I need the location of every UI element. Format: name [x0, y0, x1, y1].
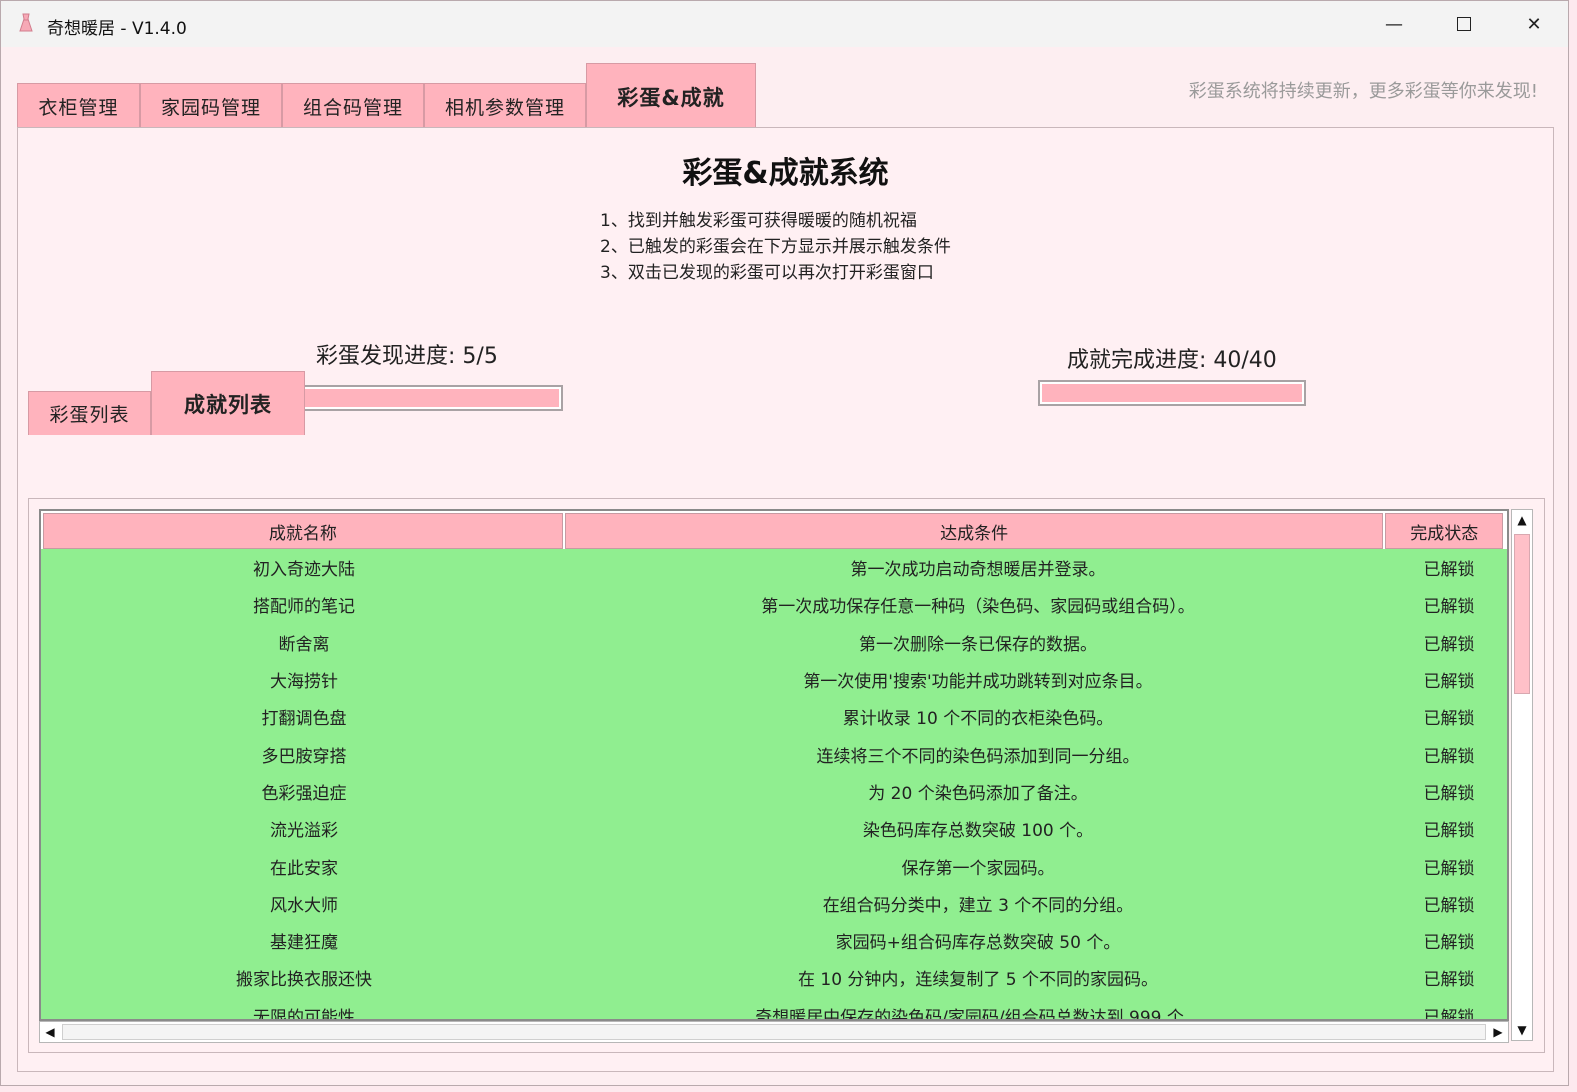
scroll-right-icon[interactable]: ▶ — [1488, 1022, 1508, 1042]
achievement-status: 已解锁 — [1423, 1007, 1475, 1021]
achievement-name: 断舍离 — [278, 634, 330, 655]
achievement-table[interactable]: 成就名称 达成条件 完成状态 初入奇迹大陆 第一次成功启动奇想暖居并登录。 已解锁搭… — [39, 509, 1509, 1021]
egg-progress-label: 彩蛋发现进度: 5/5 — [316, 344, 498, 369]
page-title: 彩蛋&成就系统 — [682, 156, 889, 191]
scroll-up-icon[interactable]: ▲ — [1512, 510, 1532, 530]
achievement-name: 搭配师的笔记 — [253, 597, 355, 618]
achievement-condition: 保存第一个家园码。 — [901, 858, 1055, 879]
scroll-down-icon[interactable]: ▼ — [1512, 1020, 1532, 1040]
minimize-icon: — — [1385, 13, 1403, 35]
table-row[interactable]: 初入奇迹大陆 第一次成功启动奇想暖居并登录。 已解锁 — [41, 549, 1507, 586]
update-tagline: 彩蛋系统将持续更新，更多彩蛋等你来发现! — [1188, 81, 1538, 102]
achievement-list-panel: 成就名称 达成条件 完成状态 初入奇迹大陆 第一次成功启动奇想暖居并登录。 已解锁搭… — [28, 498, 1545, 1053]
vertical-scroll-thumb[interactable] — [1514, 534, 1530, 694]
achievement-name: 色彩强迫症 — [261, 783, 347, 804]
column-header-condition[interactable]: 达成条件 — [564, 513, 1384, 549]
vertical-scrollbar[interactable]: ▲ ▼ — [1511, 509, 1533, 1041]
table-row[interactable]: 无限的可能性 奇想暖居中保存的染色码/家园码/组合码总数达到 999 个。 已解锁 — [41, 997, 1507, 1021]
maximize-icon — [1457, 17, 1471, 31]
achievement-name: 多巴胺穿搭 — [261, 746, 347, 767]
instructions: 1、找到并触发彩蛋可获得暖暖的随机祝福 2、已触发的彩蛋会在下方显示并展示触发条… — [600, 208, 951, 286]
achievement-condition: 连续将三个不同的染色码添加到同一分组。 — [816, 746, 1140, 767]
horizontal-scroll-thumb[interactable] — [62, 1024, 1486, 1040]
achievement-condition: 第一次删除一条已保存的数据。 — [859, 634, 1097, 655]
tab-achievement-list[interactable]: 成就列表 — [151, 371, 305, 435]
tab-easter-eggs[interactable]: 彩蛋&成就 — [586, 63, 756, 129]
app-window: 奇想暖居 - V1.4.0 — ✕ 衣柜管理 家园码管理 组合码管理 相机参数管… — [0, 0, 1569, 1086]
achievement-name: 基建狂魔 — [270, 933, 338, 954]
achievement-status: 已解锁 — [1423, 746, 1475, 767]
achievement-name: 无限的可能性 — [253, 1007, 355, 1021]
achievement-condition: 在组合码分类中，建立 3 个不同的分组。 — [822, 895, 1134, 916]
tab-wardrobe[interactable]: 衣柜管理 — [17, 83, 140, 129]
tab-combo-code[interactable]: 组合码管理 — [282, 83, 424, 129]
achievement-condition: 为 20 个染色码添加了备注。 — [868, 783, 1088, 804]
achievement-name: 初入奇迹大陆 — [253, 560, 355, 581]
achievement-status: 已解锁 — [1423, 597, 1475, 618]
tab-egg-list[interactable]: 彩蛋列表 — [28, 391, 151, 435]
easter-egg-panel: 彩蛋&成就系统 1、找到并触发彩蛋可获得暖暖的随机祝福 2、已触发的彩蛋会在下方… — [17, 127, 1554, 1072]
achievement-progress-bar — [1038, 380, 1306, 406]
dress-icon — [19, 13, 33, 32]
scroll-left-icon[interactable]: ◀ — [40, 1022, 60, 1042]
achievement-name: 流光溢彩 — [270, 821, 338, 842]
achievement-condition: 第一次成功保存任意一种码（染色码、家园码或组合码）。 — [761, 597, 1195, 618]
achievement-status: 已解锁 — [1423, 783, 1475, 804]
achievement-progress-fill — [1042, 384, 1302, 402]
close-button[interactable]: ✕ — [1499, 1, 1569, 47]
column-header-status[interactable]: 完成状态 — [1385, 513, 1503, 549]
egg-progress-fill — [269, 389, 559, 407]
instruction-line: 2、已触发的彩蛋会在下方显示并展示触发条件 — [600, 237, 951, 257]
instruction-line: 1、找到并触发彩蛋可获得暖暖的随机祝福 — [600, 211, 917, 231]
tab-camera-params[interactable]: 相机参数管理 — [424, 83, 586, 129]
achievement-condition: 第一次成功启动奇想暖居并登录。 — [850, 560, 1106, 581]
title-bar[interactable]: 奇想暖居 - V1.4.0 — ✕ — [1, 1, 1568, 47]
achievement-status: 已解锁 — [1423, 560, 1475, 581]
achievement-condition: 在 10 分钟内，连续复制了 5 个不同的家园码。 — [797, 970, 1159, 991]
achievement-status: 已解锁 — [1423, 895, 1475, 916]
achievement-name: 搬家比换衣服还快 — [236, 970, 372, 991]
achievement-condition: 染色码库存总数突破 100 个。 — [862, 821, 1094, 842]
achievement-condition: 第一次使用'搜索'功能并成功跳转到对应条目。 — [803, 672, 1153, 693]
achievement-status: 已解锁 — [1423, 858, 1475, 879]
table-row[interactable]: 在此安家 保存第一个家园码。 已解锁 — [41, 847, 1507, 884]
tab-home-code[interactable]: 家园码管理 — [140, 83, 282, 129]
table-header: 成就名称 达成条件 完成状态 — [41, 511, 1507, 549]
table-row[interactable]: 断舍离 第一次删除一条已保存的数据。 已解锁 — [41, 624, 1507, 661]
table-row[interactable]: 搭配师的笔记 第一次成功保存任意一种码（染色码、家园码或组合码）。 已解锁 — [41, 586, 1507, 623]
achievement-status: 已解锁 — [1423, 933, 1475, 954]
table-row[interactable]: 流光溢彩 染色码库存总数突破 100 个。 已解锁 — [41, 810, 1507, 847]
maximize-button[interactable] — [1429, 1, 1499, 47]
achievement-name: 在此安家 — [270, 858, 338, 879]
minimize-button[interactable]: — — [1359, 1, 1429, 47]
achievement-name: 大海捞针 — [270, 672, 338, 693]
table-row[interactable]: 大海捞针 第一次使用'搜索'功能并成功跳转到对应条目。 已解锁 — [41, 661, 1507, 698]
achievement-progress-label: 成就完成进度: 40/40 — [1067, 348, 1277, 373]
table-row[interactable]: 色彩强迫症 为 20 个染色码添加了备注。 已解锁 — [41, 773, 1507, 810]
horizontal-scrollbar[interactable]: ◀ ▶ — [39, 1021, 1509, 1043]
achievement-condition: 奇想暖居中保存的染色码/家园码/组合码总数达到 999 个。 — [755, 1007, 1201, 1021]
achievement-status: 已解锁 — [1423, 634, 1475, 655]
table-body: 初入奇迹大陆 第一次成功启动奇想暖居并登录。 已解锁 搭配师的笔记 第一次成功保存任意一… — [41, 549, 1507, 1021]
achievement-status: 已解锁 — [1423, 821, 1475, 842]
achievement-name: 打翻调色盘 — [261, 709, 347, 730]
table-row[interactable]: 搬家比换衣服还快 在 10 分钟内，连续复制了 5 个不同的家园码。 已解锁 — [41, 959, 1507, 996]
egg-progress-bar — [265, 385, 563, 411]
achievement-status: 已解锁 — [1423, 709, 1475, 730]
achievement-name: 风水大师 — [270, 895, 338, 916]
table-row[interactable]: 基建狂魔 家园码+组合码库存总数突破 50 个。 已解锁 — [41, 922, 1507, 959]
achievement-condition: 累计收录 10 个不同的衣柜染色码。 — [842, 709, 1114, 730]
close-icon: ✕ — [1526, 13, 1542, 35]
window-title: 奇想暖居 - V1.4.0 — [47, 19, 187, 39]
table-row[interactable]: 多巴胺穿搭 连续将三个不同的染色码添加到同一分组。 已解锁 — [41, 735, 1507, 772]
achievement-status: 已解锁 — [1423, 672, 1475, 693]
instruction-line: 3、双击已发现的彩蛋可以再次打开彩蛋窗口 — [600, 263, 934, 283]
table-row[interactable]: 打翻调色盘 累计收录 10 个不同的衣柜染色码。 已解锁 — [41, 698, 1507, 735]
table-row[interactable]: 风水大师 在组合码分类中，建立 3 个不同的分组。 已解锁 — [41, 885, 1507, 922]
achievement-condition: 家园码+组合码库存总数突破 50 个。 — [835, 933, 1121, 954]
achievement-status: 已解锁 — [1423, 970, 1475, 991]
column-header-name[interactable]: 成就名称 — [43, 513, 563, 549]
